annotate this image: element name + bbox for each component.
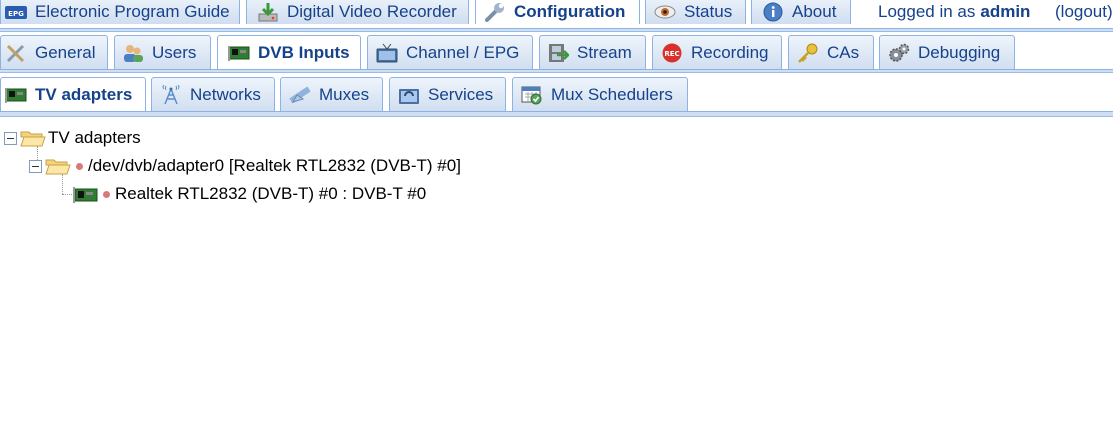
- tab-label: TV adapters: [35, 85, 133, 104]
- tab-label: General: [35, 43, 96, 62]
- dvb-tabbar: TV adapters Networks Muxes Services Mux …: [0, 73, 1113, 119]
- tab-services[interactable]: Services: [389, 77, 506, 112]
- tv-icon: [376, 43, 398, 63]
- login-info: Logged in as admin: [878, 0, 1030, 25]
- tab-muxes[interactable]: Muxes: [280, 77, 383, 112]
- tab-label: About: [792, 1, 837, 21]
- collapse-toggle[interactable]: [29, 159, 42, 173]
- download-icon: [257, 2, 279, 22]
- tab-label: Services: [428, 85, 494, 104]
- tv-card-icon: [5, 85, 27, 105]
- calendar-icon: [521, 85, 543, 105]
- tab-channel-epg[interactable]: Channel / EPG: [367, 35, 533, 70]
- tab-users[interactable]: Users: [114, 35, 211, 70]
- tab-general[interactable]: General: [0, 35, 108, 70]
- tab-about[interactable]: About: [751, 0, 851, 24]
- tab-label: Networks: [190, 85, 261, 104]
- tab-label: Channel / EPG: [406, 43, 520, 62]
- tree-node-adapter[interactable]: /dev/dvb/adapter0 [Realtek RTL2832 (DVB-…: [29, 153, 461, 179]
- tab-networks[interactable]: Networks: [151, 77, 275, 112]
- status-dot: [76, 162, 83, 170]
- tab-label: Stream: [577, 43, 632, 62]
- eye-icon: [654, 2, 676, 22]
- tab-label: CAs: [827, 43, 860, 62]
- open-folder-icon: [20, 131, 46, 147]
- svg-text:EPG: EPG: [8, 10, 24, 18]
- logged-in-text: Logged in as: [878, 2, 976, 21]
- tab-debugging[interactable]: Debugging: [879, 35, 1015, 70]
- wrench-icon: [484, 2, 506, 22]
- logout-label[interactable]: (logout): [1055, 2, 1113, 22]
- tab-configuration[interactable]: Configuration: [475, 0, 640, 24]
- tree-node-frontend[interactable]: Realtek RTL2832 (DVB-T) #0 : DVB-T #0: [72, 181, 426, 207]
- tab-label: Status: [684, 1, 733, 21]
- tab-mux-schedulers[interactable]: Mux Schedulers: [512, 77, 688, 112]
- tab-cas[interactable]: CAs: [788, 35, 874, 70]
- main-tabbar: EPG Electronic Program Guide Digital Vid…: [0, 0, 1113, 32]
- tab-label: Configuration: [514, 1, 626, 21]
- tree-node-label: /dev/dvb/adapter0 [Realtek RTL2832 (DVB-…: [88, 156, 461, 175]
- username: admin: [980, 2, 1031, 21]
- tv-card-icon: [228, 43, 250, 63]
- users-icon: [122, 43, 144, 63]
- config-tabbar: General Users DVB Inputs Channel / EPG S…: [0, 32, 1113, 73]
- tree-node-root[interactable]: TV adapters: [4, 125, 141, 151]
- svg-text:REC: REC: [664, 50, 679, 58]
- tab-tv-adapters[interactable]: TV adapters: [0, 77, 146, 112]
- tab-dvb-inputs[interactable]: DVB Inputs: [217, 35, 361, 70]
- tab-label: Debugging: [918, 43, 1001, 62]
- tab-recording[interactable]: REC Recording: [652, 35, 782, 70]
- tab-label: Electronic Program Guide: [35, 1, 230, 21]
- tab-label: DVB Inputs: [258, 43, 350, 62]
- logout-link[interactable]: (logout): [1055, 0, 1113, 25]
- film-icon: [547, 43, 569, 63]
- tab-dvr[interactable]: Digital Video Recorder: [246, 0, 469, 24]
- tree-line: [62, 194, 72, 195]
- tab-label: Users: [152, 43, 197, 62]
- gears-icon: [888, 43, 910, 63]
- open-folder-icon: [45, 159, 71, 175]
- tab-label: Mux Schedulers: [551, 85, 673, 104]
- tree-node-label: Realtek RTL2832 (DVB-T) #0 : DVB-T #0: [115, 184, 427, 203]
- tab-stream[interactable]: Stream: [539, 35, 646, 70]
- tab-label: Muxes: [319, 85, 370, 104]
- tree-node-label: TV adapters: [48, 128, 141, 147]
- services-icon: [398, 85, 420, 105]
- tab-status[interactable]: Status: [645, 0, 746, 24]
- tab-label: Recording: [691, 43, 769, 62]
- satellite-icon: [289, 85, 311, 105]
- info-icon: [762, 2, 784, 22]
- antenna-icon: [160, 85, 182, 105]
- status-dot: [103, 190, 110, 198]
- tools-icon: [5, 43, 27, 63]
- collapse-toggle[interactable]: [4, 131, 17, 145]
- epg-icon: EPG: [5, 2, 27, 22]
- tv-card-icon: [73, 187, 98, 203]
- tab-label: Digital Video Recorder: [287, 1, 457, 21]
- key-icon: [797, 43, 819, 63]
- rec-icon: REC: [661, 43, 683, 63]
- tab-epg[interactable]: EPG Electronic Program Guide: [0, 0, 240, 24]
- tabbar-strip: [0, 111, 1113, 117]
